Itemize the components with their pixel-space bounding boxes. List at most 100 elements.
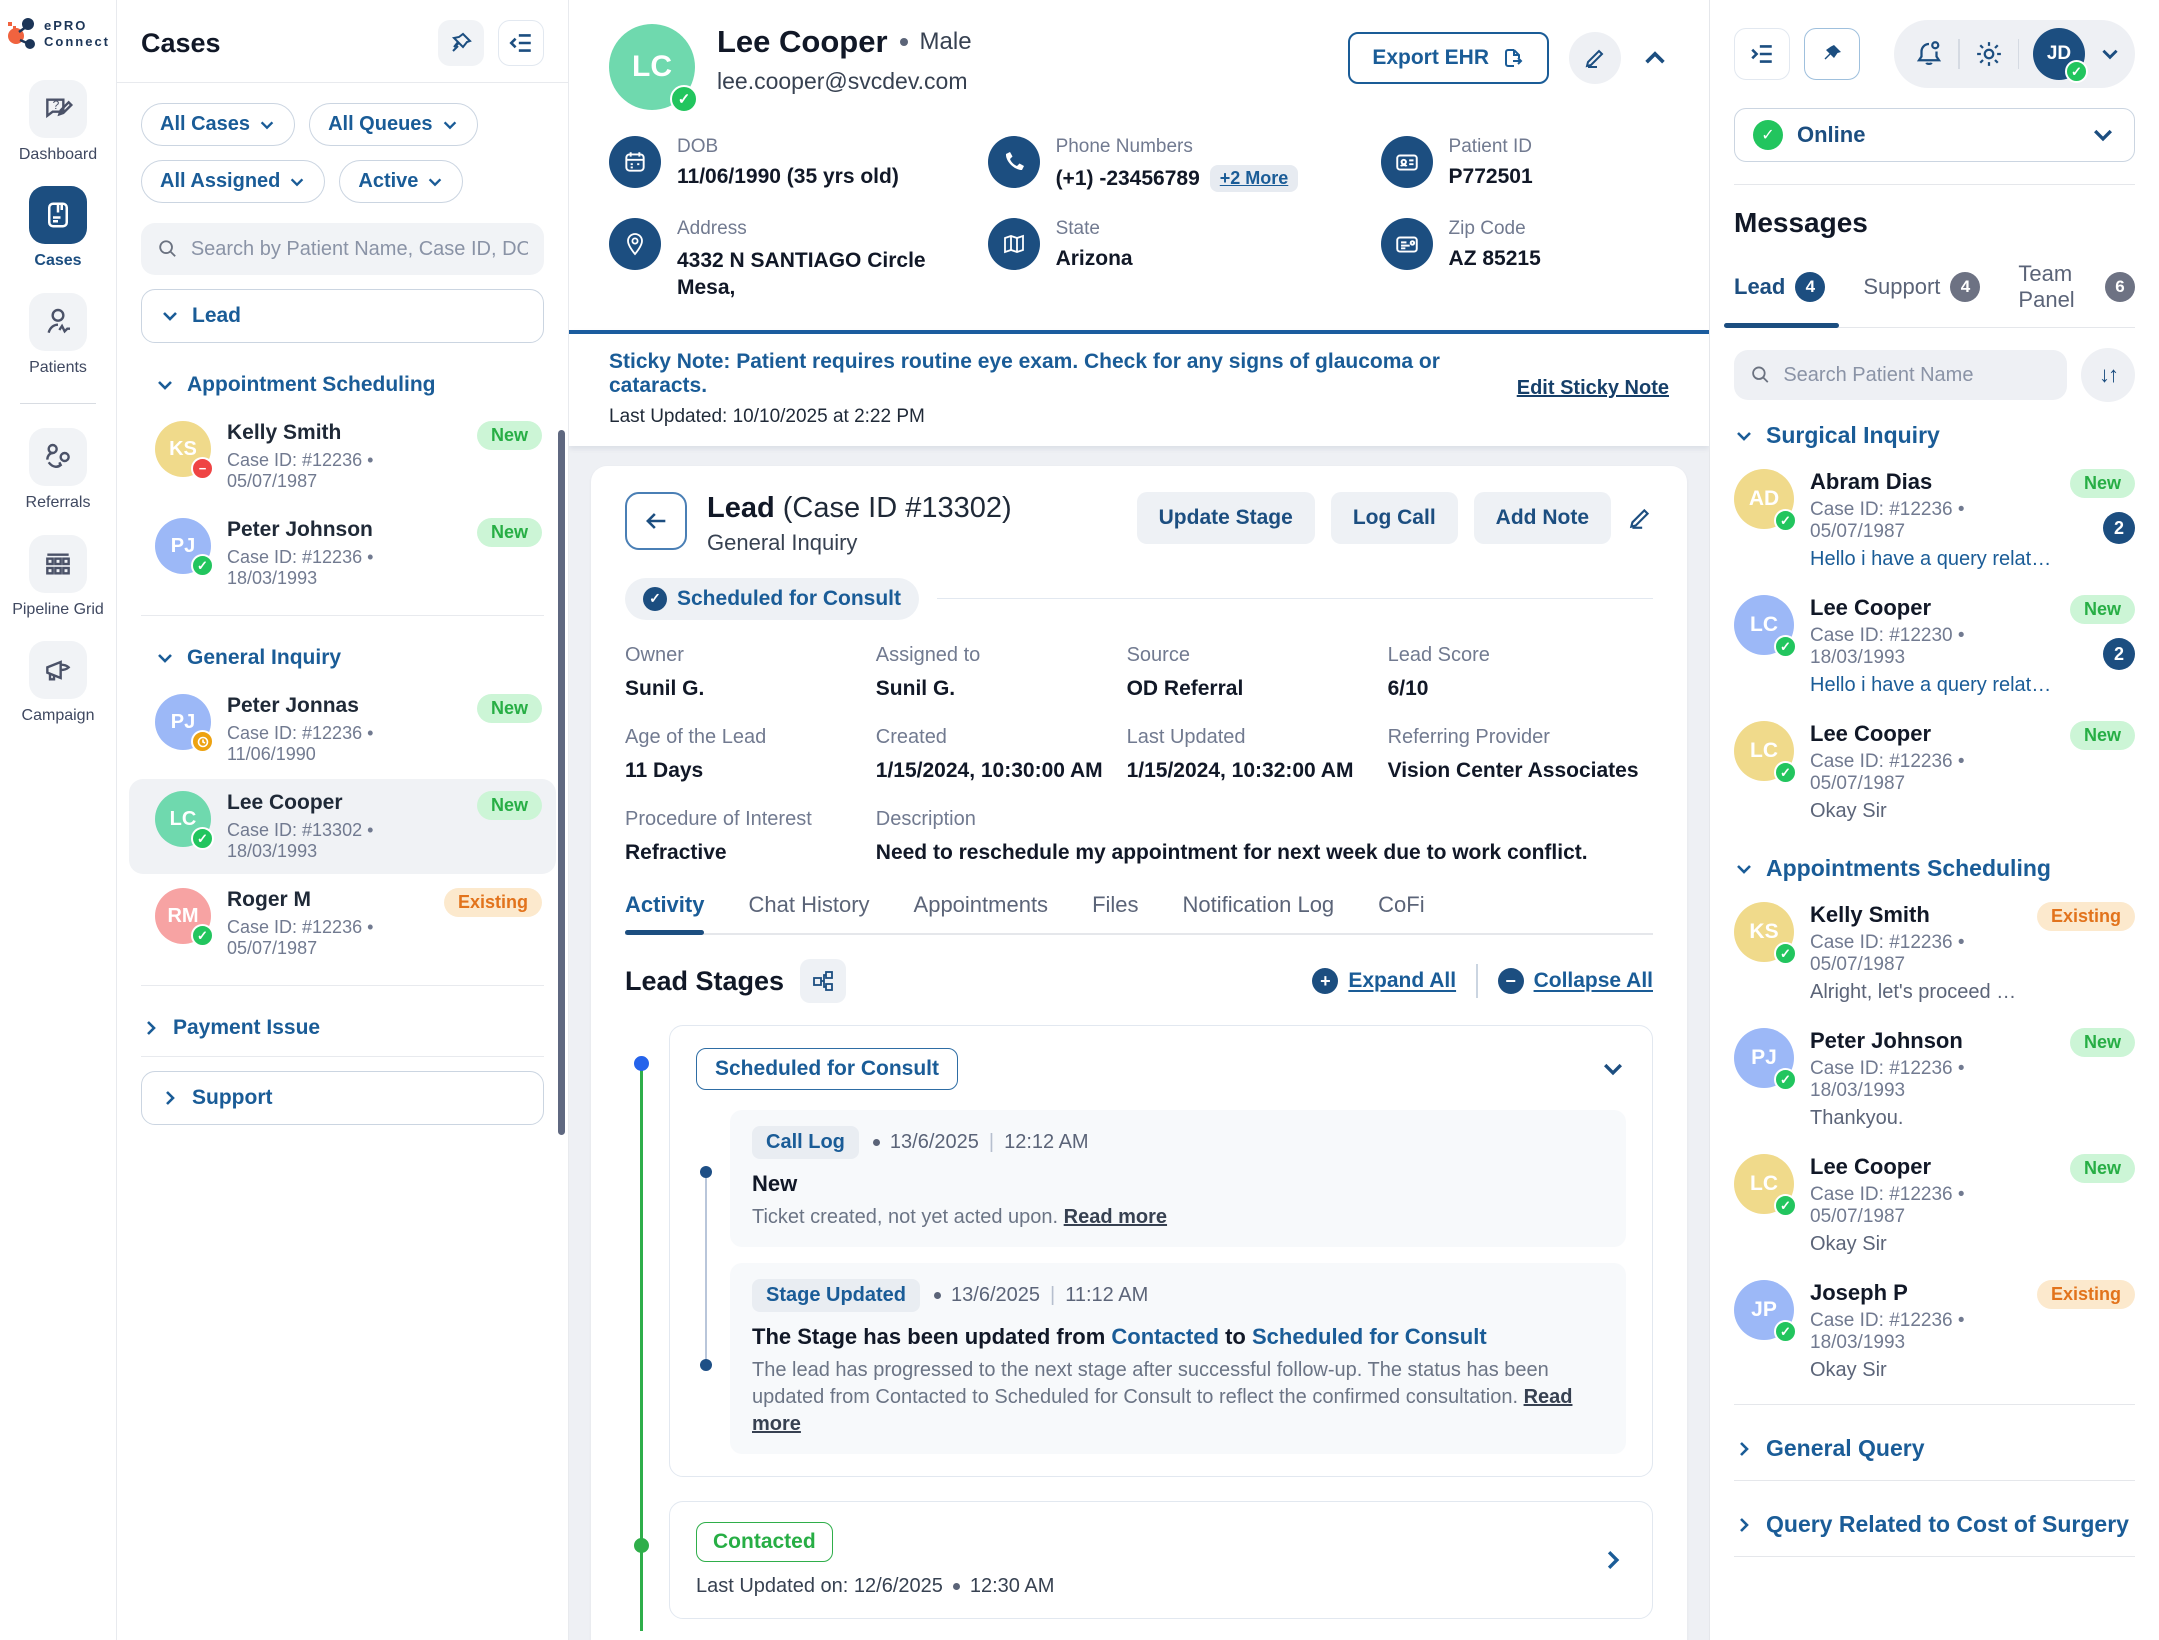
sort-button[interactable]: ↓↑ — [2081, 348, 2135, 402]
chevron-down-icon — [155, 375, 175, 395]
collapse-panel-button[interactable] — [498, 20, 544, 66]
message-item[interactable]: JP ✓ Joseph P Case ID: #12236 • 18/03/19… — [1734, 1268, 2135, 1394]
case-group-payment-issue[interactable]: Payment Issue — [117, 1000, 568, 1056]
stage-flowchart-button[interactable] — [800, 959, 846, 1003]
tab-lead[interactable]: Lead 4 — [1734, 261, 1825, 327]
tab-cofi[interactable]: CoFi — [1378, 892, 1424, 933]
tab-support[interactable]: Support 4 — [1863, 261, 1980, 327]
collapse-stage-chevron-down-icon[interactable] — [1600, 1056, 1626, 1082]
tab-chat-history[interactable]: Chat History — [748, 892, 869, 933]
status-check-icon: ✓ — [1774, 1320, 1797, 1343]
user-avatar-menu[interactable]: JD ✓ — [2033, 28, 2085, 80]
message-group-appointments-scheduling[interactable]: Appointments Scheduling — [1734, 835, 2135, 890]
tab-files[interactable]: Files — [1092, 892, 1138, 933]
stage-chip[interactable]: Scheduled for Consult — [696, 1048, 958, 1090]
phone-more-link[interactable]: +2 More — [1210, 165, 1299, 192]
expand-stage-chevron-right-icon[interactable] — [1600, 1547, 1626, 1573]
user-menu-chevron-down-icon[interactable] — [2099, 43, 2121, 65]
presence-status-select[interactable]: ✓ Online — [1734, 108, 2135, 162]
tab-count-badge: 6 — [2105, 272, 2135, 302]
messages-search[interactable] — [1734, 350, 2067, 400]
stage-card-contacted[interactable]: Contacted Last Updated on: 12/6/2025 12:… — [669, 1501, 1653, 1619]
filter-all-queues[interactable]: All Queues — [309, 103, 477, 146]
stage-link-scheduled[interactable]: Scheduled for Consult — [1252, 1324, 1487, 1349]
nav-label: Cases — [34, 252, 81, 270]
nav-item-referrals[interactable]: Referrals — [26, 428, 91, 512]
message-item[interactable]: KS ✓ Kelly Smith Case ID: #12236 • 05/07… — [1734, 890, 2135, 1016]
dot-separator — [953, 1583, 960, 1590]
message-sender: Abram Dias — [1810, 469, 2054, 495]
export-icon — [1501, 46, 1525, 70]
filter-all-assigned[interactable]: All Assigned — [141, 160, 325, 203]
message-item[interactable]: LC ✓ Lee Cooper Case ID: #12236 • 05/07/… — [1734, 1142, 2135, 1268]
edit-sticky-note-link[interactable]: Edit Sticky Note — [1517, 377, 1669, 400]
entry-date: 13/6/2025 — [890, 1131, 979, 1154]
tab-notification-log[interactable]: Notification Log — [1183, 892, 1335, 933]
log-call-button[interactable]: Log Call — [1331, 492, 1458, 544]
pin-panel-button[interactable] — [438, 20, 484, 66]
case-group-support[interactable]: Support — [141, 1071, 544, 1125]
case-group-lead[interactable]: Lead — [141, 289, 544, 343]
nav-item-campaign[interactable]: Campaign — [22, 641, 95, 725]
status-badge: Existing — [444, 888, 542, 917]
case-subgroup-appointment-scheduling[interactable]: Appointment Scheduling — [117, 357, 568, 407]
field-phone: Phone Numbers (+1) -23456789 +2 More — [988, 136, 1363, 192]
export-ehr-button[interactable]: Export EHR — [1348, 32, 1549, 84]
collapse-all-link[interactable]: − Collapse All — [1498, 968, 1653, 994]
edit-lead-button[interactable] — [1627, 505, 1653, 531]
expand-all-link[interactable]: + Expand All — [1312, 968, 1456, 994]
entry-body: Ticket created, not yet acted upon. — [752, 1206, 1058, 1228]
nav-item-dashboard[interactable]: ? Dashboard — [19, 80, 97, 164]
filter-active[interactable]: Active — [339, 160, 463, 203]
stage-chip[interactable]: Contacted — [696, 1522, 833, 1562]
message-item[interactable]: LC ✓ Lee Cooper Case ID: #12230 • 18/03/… — [1734, 583, 2135, 709]
chevron-down-icon — [441, 116, 459, 134]
cases-search-input[interactable] — [191, 238, 528, 261]
cases-scrollbar[interactable] — [558, 430, 565, 1135]
status-badge: New — [2070, 1028, 2135, 1057]
case-subgroup-general-inquiry[interactable]: General Inquiry — [117, 630, 568, 680]
search-icon — [1750, 363, 1771, 387]
read-more-link[interactable]: Read more — [1064, 1206, 1167, 1228]
field-last-updated: Last Updated1/15/2024, 10:32:00 AM — [1127, 726, 1372, 784]
case-list-item[interactable]: RM ✓ Roger M Case ID: #12236 • 05/07/198… — [129, 876, 556, 971]
pin-messages-button[interactable] — [1804, 28, 1860, 80]
case-list-item[interactable]: PJ ✓ Peter Johnson Case ID: #12236 • 18/… — [129, 506, 556, 601]
nav-item-pipeline-grid[interactable]: Pipeline Grid — [12, 535, 104, 619]
case-list-item[interactable]: KS − Kelly Smith Case ID: #12236 • 05/07… — [129, 409, 556, 504]
stage-link-contacted[interactable]: Contacted — [1111, 1324, 1219, 1349]
notifications-bell-icon[interactable] — [1914, 39, 1944, 69]
back-button[interactable] — [625, 492, 687, 550]
patient-header: LC ✓ Lee Cooper Male lee.cooper@svcdev.c… — [569, 0, 1709, 330]
case-list-item-selected[interactable]: LC ✓ Lee Cooper Case ID: #13302 • 18/03/… — [129, 779, 556, 874]
brand-name-top: ePRO — [44, 18, 110, 34]
nav-item-cases[interactable]: Cases — [29, 186, 87, 270]
collapse-header-chevron-up-icon[interactable] — [1641, 44, 1669, 72]
message-group-query-cost-of-surgery[interactable]: Query Related to Cost of Surgery — [1734, 1491, 2135, 1546]
filter-all-cases[interactable]: All Cases — [141, 103, 295, 146]
collapse-right-panel-button[interactable] — [1734, 28, 1790, 80]
messages-search-input[interactable] — [1783, 364, 2051, 387]
case-list-item[interactable]: PJ Peter Jonnas Case ID: #12236 • 11/06/… — [129, 682, 556, 777]
message-preview: Hello i have a query relate... — [1810, 548, 2054, 571]
message-item[interactable]: AD ✓ Abram Dias Case ID: #12236 • 05/07/… — [1734, 457, 2135, 583]
field-lead-score: Lead Score6/10 — [1388, 644, 1653, 702]
field-zip: Zip Code AZ 85215 — [1381, 218, 1669, 302]
indent-icon — [1749, 41, 1775, 67]
entry-tag: Stage Updated — [752, 1279, 920, 1312]
edit-patient-button[interactable] — [1569, 32, 1621, 84]
cases-search[interactable] — [141, 223, 544, 275]
messages-title: Messages — [1734, 207, 2135, 239]
update-stage-button[interactable]: Update Stage — [1137, 492, 1315, 544]
message-group-general-query[interactable]: General Query — [1734, 1415, 2135, 1470]
message-group-surgical-inquiry[interactable]: Surgical Inquiry — [1734, 402, 2135, 457]
add-note-button[interactable]: Add Note — [1474, 492, 1611, 544]
tab-team-panel[interactable]: Team Panel 6 — [2018, 261, 2135, 327]
tab-activity[interactable]: Activity — [625, 892, 704, 933]
field-description: DescriptionNeed to reschedule my appoint… — [876, 808, 1653, 866]
tab-appointments[interactable]: Appointments — [914, 892, 1049, 933]
settings-gear-icon[interactable] — [1974, 39, 2004, 69]
message-item[interactable]: PJ ✓ Peter Johnson Case ID: #12236 • 18/… — [1734, 1016, 2135, 1142]
nav-item-patients[interactable]: Patients — [29, 293, 87, 377]
message-item[interactable]: LC ✓ Lee Cooper Case ID: #12236 • 05/07/… — [1734, 709, 2135, 835]
